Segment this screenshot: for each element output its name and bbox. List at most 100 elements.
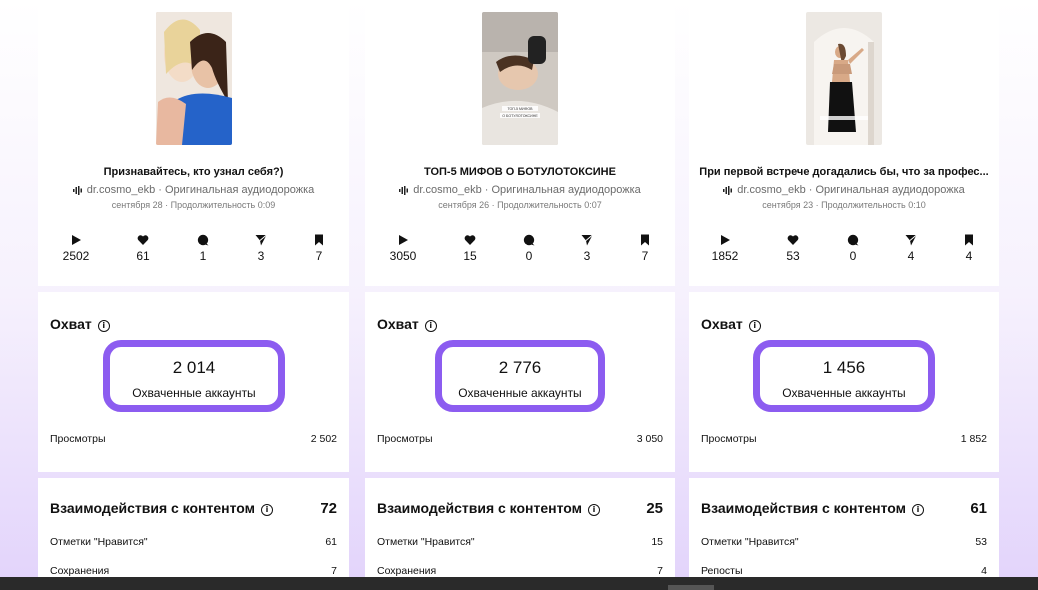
views-label: Просмотры	[701, 433, 757, 445]
reach-label: Охваченные аккаунты	[782, 386, 906, 400]
post-meta: сентября 23 · Продолжительность 0:10	[762, 200, 926, 210]
info-icon[interactable]: i	[912, 504, 925, 516]
reach-value: 1 456	[822, 358, 866, 377]
info-icon[interactable]: i	[748, 320, 761, 332]
heart-icon	[137, 235, 149, 245]
interactions-heading: Взаимодействия с контентом i	[701, 500, 925, 516]
row-value: 7	[657, 565, 663, 577]
views-row: Просмотры 1 852	[701, 433, 987, 445]
audio-wave-icon	[723, 185, 733, 195]
stat-plays: 1852	[707, 234, 743, 263]
stat-saves: 7	[301, 234, 337, 263]
stat-likes: 61	[125, 234, 161, 263]
scroll-handle[interactable]	[668, 585, 714, 590]
reach-heading: Охват i	[377, 316, 437, 332]
author-name[interactable]: dr.cosmo_ekb	[87, 184, 155, 196]
stat-value: 1852	[711, 249, 739, 263]
stat-value: 4	[907, 249, 915, 263]
author-name[interactable]: dr.cosmo_ekb	[413, 184, 481, 196]
views-value: 2 502	[310, 433, 337, 445]
reach-value: 2 014	[172, 358, 216, 377]
post-meta: сентября 26 · Продолжительность 0:07	[438, 200, 602, 210]
audio-line[interactable]: dr.cosmo_ekb · Оригинальная аудиодорожка	[365, 184, 675, 196]
post-caption: При первой встрече догадались бы, что за…	[699, 166, 989, 178]
stat-value: 3	[583, 249, 591, 263]
reach-title: Охват	[701, 316, 743, 332]
audio-line[interactable]: dr.cosmo_ekb · Оригинальная аудиодорожка	[38, 184, 349, 196]
row-label: Сохранения	[50, 565, 110, 577]
play-icon	[399, 235, 408, 245]
bookmark-icon	[965, 234, 973, 246]
post-preview-card: При первой встрече догадались бы, что за…	[689, 0, 999, 286]
reach-value: 2 776	[498, 358, 542, 377]
interactions-title: Взаимодействия с контентом	[701, 500, 907, 516]
heart-icon	[464, 235, 476, 245]
audio-wave-icon	[72, 185, 82, 195]
bookmark-icon	[641, 234, 649, 246]
reach-heading: Охват i	[50, 316, 110, 332]
reach-highlight: 2 776 Охваченные аккаунты	[435, 340, 605, 412]
row-value: 15	[651, 536, 663, 548]
info-icon[interactable]: i	[261, 504, 274, 516]
stat-value: 53	[786, 249, 800, 263]
interactions-total: 72	[320, 500, 337, 517]
post-caption: ТОП-5 МИФОВ О БОТУЛОТОКСИНЕ	[424, 166, 616, 178]
row-value: 61	[325, 536, 337, 548]
info-icon[interactable]: i	[97, 320, 110, 332]
post-thumbnail[interactable]	[806, 12, 882, 145]
views-value: 3 050	[636, 433, 663, 445]
bottom-bar	[0, 577, 1038, 590]
audio-name[interactable]: Оригинальная аудиодорожка	[165, 184, 314, 196]
reach-highlight: 1 456 Охваченные аккаунты	[753, 340, 935, 412]
row-label: Отметки "Нравится"	[377, 536, 475, 548]
stat-value: 3050	[389, 249, 417, 263]
share-icon	[581, 234, 593, 246]
reach-card: Охват i 2 014 Охваченные аккаунты Просмот…	[38, 292, 349, 472]
audio-line[interactable]: dr.cosmo_ekb · Оригинальная аудиодорожка	[689, 184, 999, 196]
row-label: Отметки "Нравится"	[701, 536, 799, 548]
interaction-row: Отметки "Нравится" 15	[377, 536, 663, 548]
views-label: Просмотры	[50, 433, 106, 445]
stat-comments: 1	[185, 234, 221, 263]
stat-comments: 0	[835, 234, 871, 263]
stat-shares: 3	[243, 234, 279, 263]
stat-value: 61	[136, 249, 150, 263]
stat-value: 3	[257, 249, 265, 263]
reach-card: Охват i 2 776 Охваченные аккаунты Просмот…	[365, 292, 675, 472]
interactions-heading: Взаимодействия с контентом i	[50, 500, 274, 516]
stat-value: 4	[965, 249, 973, 263]
stat-comments: 0	[511, 234, 547, 263]
reach-title: Охват	[377, 316, 419, 332]
post-caption: Признавайтесь, кто узнал себя?)	[103, 166, 284, 178]
info-icon[interactable]: i	[588, 504, 601, 516]
stat-shares: 4	[893, 234, 929, 263]
reach-label: Охваченные аккаунты	[458, 386, 582, 400]
views-value: 1 852	[960, 433, 987, 445]
interaction-row: Отметки "Нравится" 61	[50, 536, 337, 548]
post-thumbnail[interactable]: ТОП-5 МИФОВ О БОТУЛОТОКСИНЕ	[482, 12, 558, 145]
stat-plays: 3050	[385, 234, 421, 263]
stat-value: 2502	[62, 249, 90, 263]
post-thumbnail[interactable]	[156, 12, 232, 145]
interaction-row: Репосты 4	[701, 565, 987, 577]
stat-likes: 53	[775, 234, 811, 263]
interactions-total: 61	[970, 500, 987, 517]
post-meta: сентября 28 · Продолжительность 0:09	[111, 200, 276, 210]
stat-value: 7	[315, 249, 323, 263]
stat-value: 0	[849, 249, 857, 263]
heart-icon	[787, 235, 799, 245]
comment-icon	[847, 234, 859, 246]
interactions-total: 25	[646, 500, 663, 517]
play-icon	[721, 235, 730, 245]
post-preview-card: Признавайтесь, кто узнал себя?) dr.cosmo…	[38, 0, 349, 286]
row-value: 7	[331, 565, 337, 577]
row-value: 4	[981, 565, 987, 577]
info-icon[interactable]: i	[424, 320, 437, 332]
author-name[interactable]: dr.cosmo_ekb	[737, 184, 805, 196]
audio-name[interactable]: Оригинальная аудиодорожка	[815, 184, 964, 196]
svg-text:ТОП-5 МИФОВ: ТОП-5 МИФОВ	[507, 107, 533, 111]
stat-saves: 4	[951, 234, 987, 263]
post-preview-card: ТОП-5 МИФОВ О БОТУЛОТОКСИНЕ ТОП-5 МИФОВ …	[365, 0, 675, 286]
audio-name[interactable]: Оригинальная аудиодорожка	[491, 184, 640, 196]
stat-plays: 2502	[58, 234, 94, 263]
